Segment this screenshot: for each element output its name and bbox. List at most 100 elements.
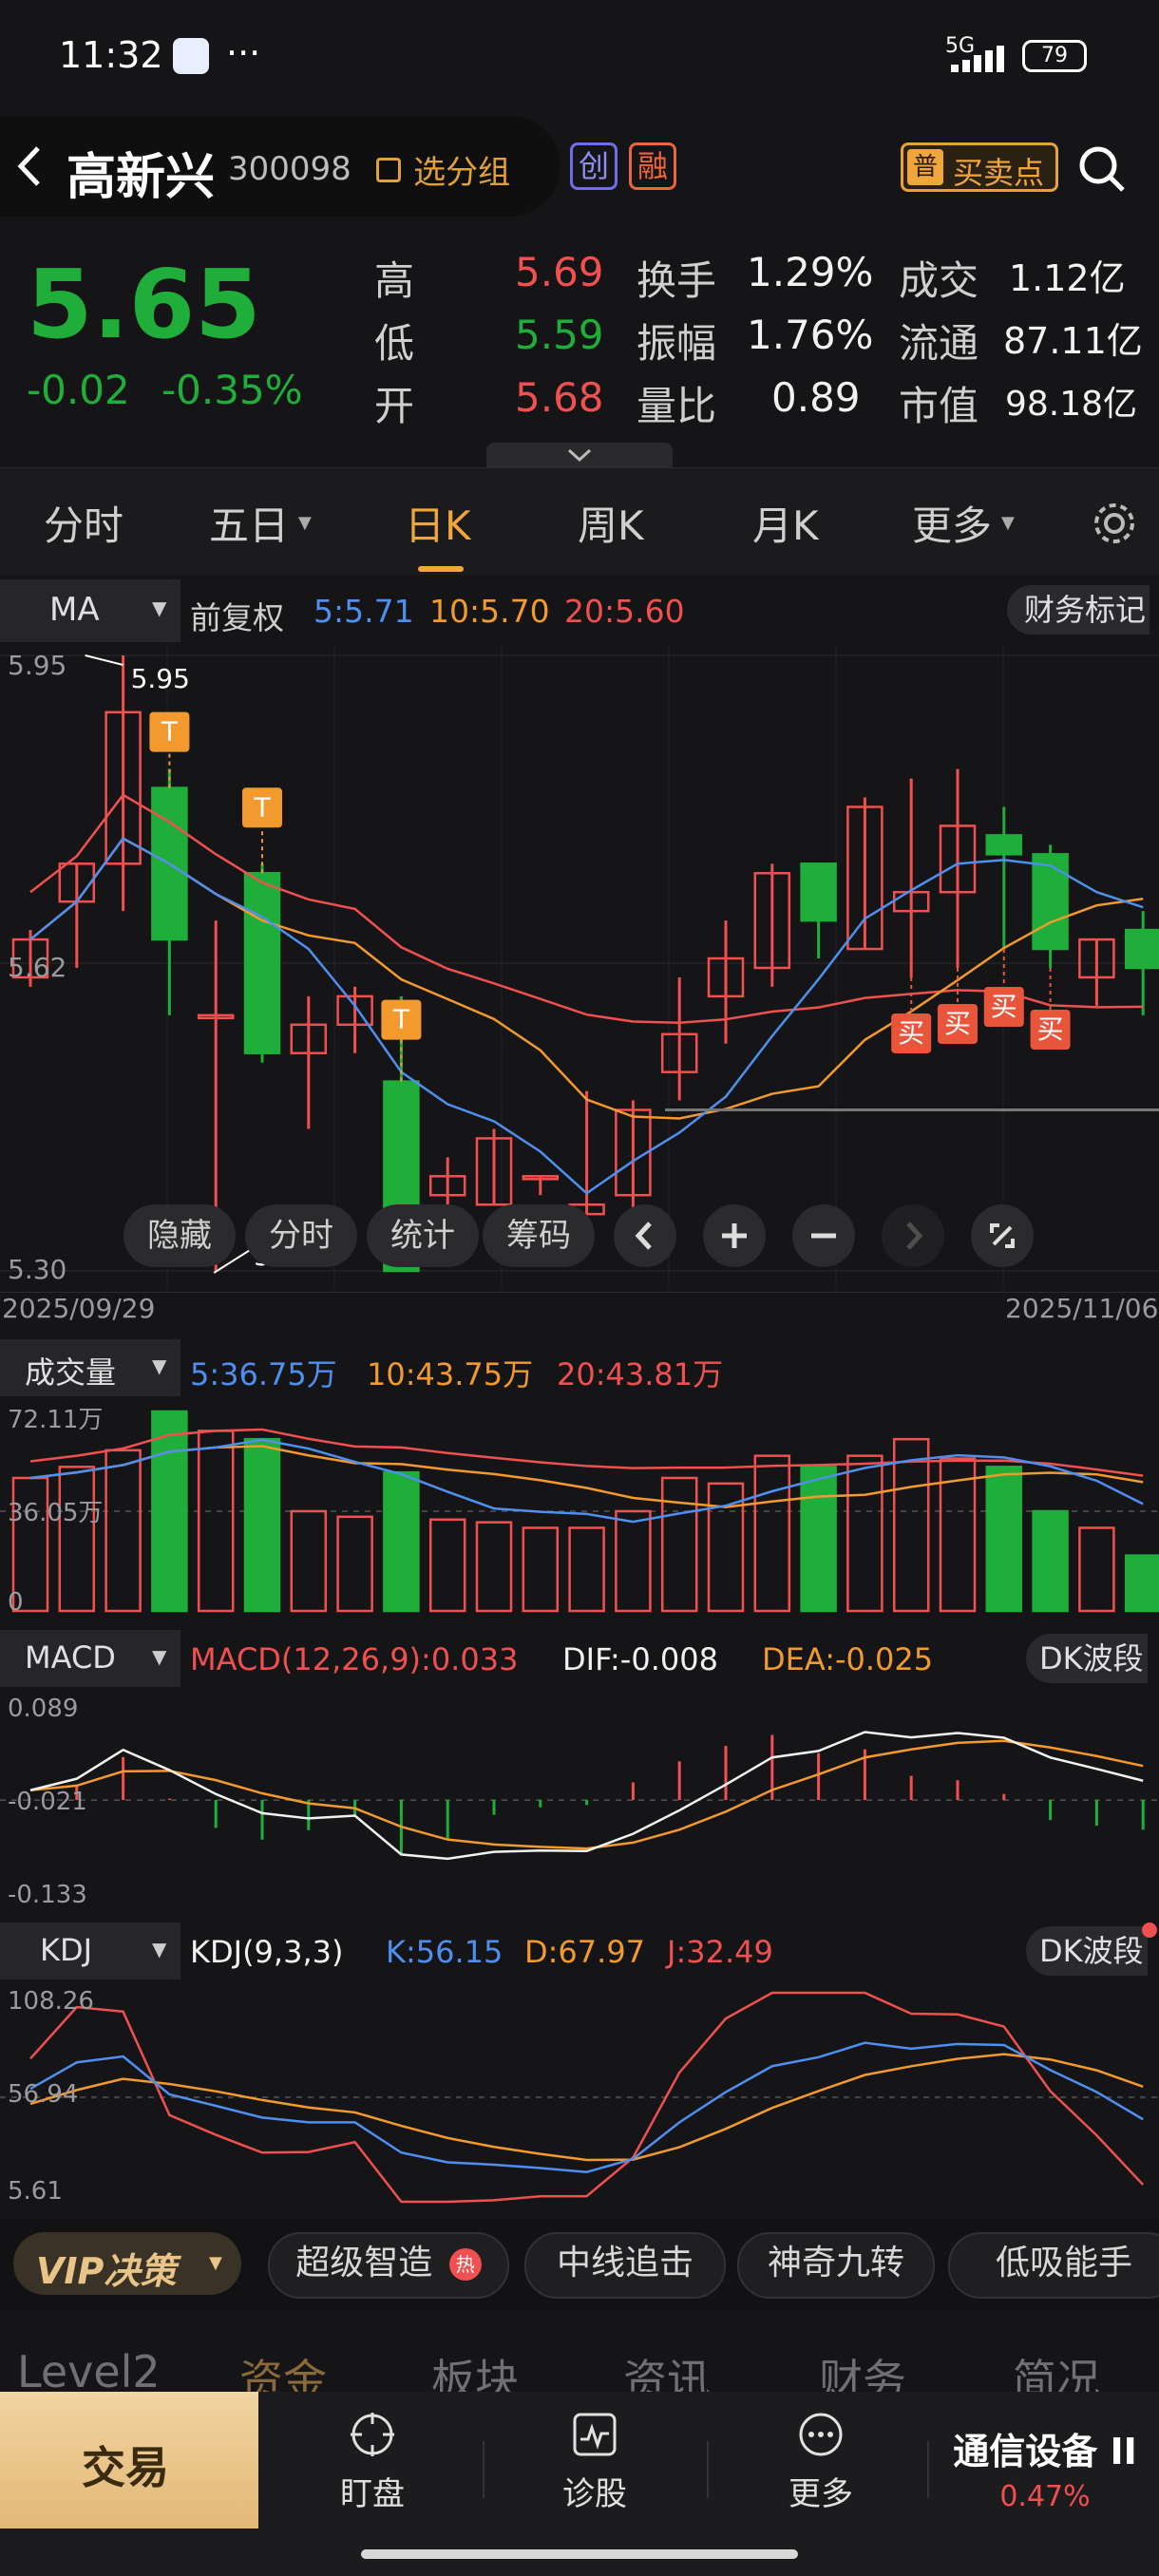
candle-body (1124, 928, 1159, 970)
volume-bar (197, 1430, 235, 1613)
zoom-out-button[interactable] (792, 1204, 855, 1267)
finance-mark-button[interactable]: 财务标记 (1007, 585, 1150, 635)
fullscreen-button[interactable] (971, 1204, 1034, 1267)
kdj-dk-button[interactable]: DK波段 (1026, 1926, 1148, 1976)
notification-dot (1142, 1923, 1157, 1938)
trade-label: 交易 (82, 2442, 169, 2493)
volume-selector[interactable]: 成交量 ▼ (0, 1339, 180, 1396)
next-button[interactable] (882, 1204, 944, 1267)
kdj-params: KDJ(9,3,3) (190, 1934, 344, 1970)
vol-ma5: 5:36.75万 (190, 1356, 337, 1392)
volume-selector-label: 成交量 (25, 1354, 117, 1391)
quote-panel: 5.65 -0.02 -0.35% 高 5.69 低 5.59 开 5.68 换… (0, 228, 1159, 469)
chip-magic-nine[interactable]: 神奇九转 (737, 2232, 935, 2299)
vip-decision-label: VIP决策 (36, 2250, 177, 2292)
t-tag-text: T (161, 716, 179, 748)
back-icon[interactable] (15, 144, 44, 192)
candle-body (800, 862, 837, 922)
lower-tab-bar (0, 2310, 1159, 2386)
macd-dk-button[interactable]: DK波段 (1026, 1634, 1148, 1683)
volume-bar (615, 1509, 652, 1613)
macd-selector[interactable]: MACD ▼ (0, 1630, 180, 1687)
adjust-label: 前复权 (190, 599, 284, 636)
chip-super-manufacture[interactable]: 超级智造 热 (268, 2232, 509, 2299)
checkbox-edit-icon (376, 157, 401, 182)
kline-chart[interactable]: 5.955.30TTT买买买买 (0, 644, 1159, 1290)
volratio-value: 0.89 (771, 374, 861, 421)
tab-intraday[interactable]: 分时 (44, 494, 124, 552)
status-time: 11:32 (59, 34, 163, 76)
prev-button[interactable] (614, 1204, 676, 1267)
minus-icon (811, 1233, 836, 1239)
t-tag-text: T (392, 1004, 410, 1035)
macd-selector-label: MACD (25, 1639, 116, 1676)
trade-button[interactable]: 交易 (0, 2392, 258, 2529)
dif-line (29, 1731, 1144, 1861)
ma10-line (29, 837, 1144, 1120)
amount-value: 1.12亿 (1009, 257, 1126, 299)
volume-bar (985, 1466, 1023, 1613)
vol-ma20: 20:43.81万 (557, 1356, 724, 1392)
macd-chart[interactable] (0, 1689, 1159, 1913)
kdj-selector[interactable]: KDJ ▼ (0, 1923, 180, 1979)
volume-selector-caret: ▼ (152, 1354, 167, 1377)
tab-weekly-k[interactable]: 周K (578, 494, 644, 552)
macd-dif: DIF:-0.008 (562, 1641, 718, 1677)
vol-y-top: 72.11万 (8, 1406, 104, 1434)
volume-bar (1078, 1526, 1115, 1613)
tab-more[interactable]: 更多 (912, 494, 992, 552)
kline-y-bot: 5.30 (8, 1254, 67, 1285)
chips-button[interactable]: 筹码 (483, 1204, 595, 1267)
stats-button[interactable]: 统计 (367, 1204, 479, 1267)
kdj-j: J:32.49 (667, 1934, 773, 1970)
volume-bar (522, 1526, 560, 1613)
turnover-label: 换手 (636, 257, 717, 304)
target-icon (351, 2413, 394, 2456)
chip-low-buy[interactable]: 低吸能手 (948, 2232, 1159, 2299)
chip-midline-chase[interactable]: 中线追击 (524, 2232, 726, 2299)
tab-more-caret: ▼ (1001, 513, 1015, 533)
macd-header: MACD ▼ MACD(12,26,9):0.033 DIF:-0.008 DE… (0, 1630, 1159, 1687)
badge-rong: 融 (629, 142, 676, 190)
ma20-value: 20:5.60 (564, 593, 685, 630)
amplitude-label: 振幅 (636, 320, 717, 367)
tab-daily-k[interactable]: 日K (405, 494, 471, 552)
volume-bar (568, 1526, 605, 1613)
open-label: 开 (374, 383, 415, 429)
ma-selector[interactable]: MA ▼ (0, 579, 180, 642)
buy-tag-text: 买 (991, 991, 1017, 1022)
kdj-header: KDJ ▼ KDJ(9,3,3) K:56.15 D:67.97 J:32.49… (0, 1923, 1159, 1979)
kdj-y-top: 108.26 (8, 1987, 94, 2016)
kdj-chart[interactable] (0, 1981, 1159, 2215)
kdj-y-bot: 5.61 (8, 2177, 63, 2206)
badge-chuang: 创 (570, 142, 618, 190)
tab-monthly-k[interactable]: 月K (752, 494, 819, 552)
intraday-button[interactable]: 分时 (245, 1204, 357, 1267)
kline-y-mid: 5.62 (8, 952, 67, 983)
volume-chart[interactable] (0, 1398, 1159, 1622)
hide-button[interactable]: 隐藏 (124, 1204, 236, 1267)
status-bar: 11:32 ··· 5G 79 (0, 0, 1159, 114)
tab-level2[interactable]: Level2 (17, 2346, 161, 2397)
tab-five-day[interactable]: 五日 (209, 494, 289, 552)
zoom-in-button[interactable] (703, 1204, 766, 1267)
amount-label: 成交 (899, 257, 979, 304)
settings-gear-icon[interactable] (1091, 500, 1138, 551)
high-marker-line (85, 654, 124, 666)
buy-tag-text: 买 (898, 1017, 924, 1049)
battery-icon: 79 (1022, 40, 1087, 72)
vip-decision-button[interactable]: VIP决策 ▼ (13, 2232, 241, 2295)
candle-body (985, 834, 1023, 856)
buy-tag-text: 买 (944, 1008, 971, 1039)
chevron-right-icon (906, 1222, 923, 1250)
float-label: 流通 (899, 320, 979, 367)
search-icon[interactable] (1077, 144, 1127, 198)
amplitude-value: 1.76% (747, 312, 874, 358)
home-indicator[interactable] (361, 2549, 798, 2559)
trade-point-button[interactable]: 普 买卖点 (901, 142, 1058, 192)
add-group-button[interactable]: 选分组 (376, 146, 510, 193)
buy-tag-text: 买 (1037, 1013, 1064, 1045)
volume-bar (58, 1466, 96, 1613)
sector-info[interactable]: 通信设备 II 0.47% (931, 2422, 1159, 2517)
expand-handle[interactable] (486, 443, 673, 469)
